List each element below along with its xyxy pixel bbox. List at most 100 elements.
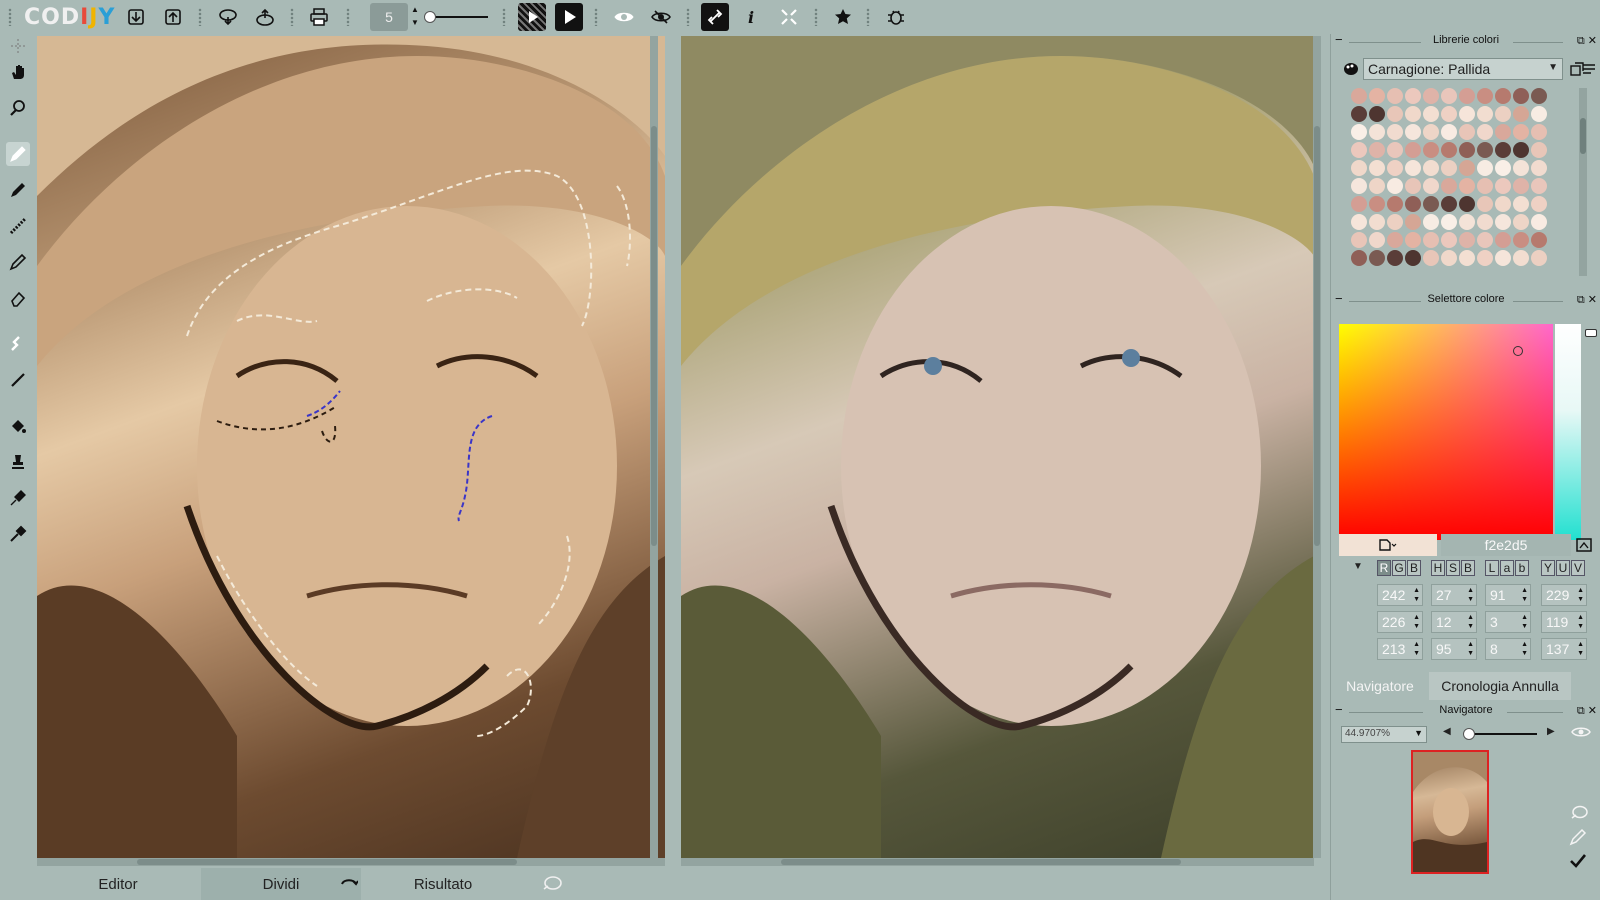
color-swatch[interactable] — [1423, 106, 1439, 122]
color-swatch[interactable] — [1531, 160, 1547, 176]
zoom-out-icon[interactable]: ◀ — [1443, 726, 1451, 737]
zoom-in-icon[interactable]: ▶ — [1547, 726, 1555, 737]
color-swatch[interactable] — [1405, 142, 1421, 158]
color-value-input[interactable]: 137 ▲ ▼ — [1541, 638, 1587, 660]
marker-tool-icon[interactable] — [6, 250, 30, 274]
color-swatch[interactable] — [1351, 214, 1367, 230]
value-spinner[interactable]: ▲ ▼ — [1521, 613, 1528, 631]
color-replace-tool-icon[interactable] — [6, 486, 30, 510]
color-swatch[interactable] — [1405, 250, 1421, 266]
settings-star-icon[interactable] — [829, 3, 857, 31]
color-pen-tool-icon[interactable] — [6, 142, 30, 166]
color-value-input[interactable]: 242 ▲ ▼ — [1377, 584, 1423, 606]
color-swatch[interactable] — [1459, 160, 1475, 176]
color-swatch[interactable] — [1351, 196, 1367, 212]
color-swatch[interactable] — [1369, 142, 1385, 158]
yuv-mode[interactable]: YUV — [1541, 560, 1585, 578]
toolbar-grip[interactable] — [198, 8, 202, 26]
apply-check-icon[interactable] — [1569, 852, 1587, 870]
picker-cursor[interactable] — [1513, 346, 1523, 356]
pencil-tool-icon[interactable] — [6, 178, 30, 202]
eyedropper-tool-icon[interactable] — [6, 522, 30, 546]
color-swatch[interactable] — [1387, 88, 1403, 104]
color-value-input[interactable]: 95 ▲ ▼ — [1431, 638, 1477, 660]
color-swatch[interactable] — [1495, 250, 1511, 266]
zoom-level-select[interactable]: 44.9707% ▼ — [1341, 726, 1427, 743]
minimize-icon[interactable]: − — [1335, 291, 1343, 306]
colorize-play-icon[interactable] — [555, 3, 583, 31]
panel-float-close-icon[interactable]: ⧉ ✕ — [1577, 704, 1597, 718]
color-library-select[interactable]: Carnagione: Pallida ▼ — [1363, 58, 1563, 80]
color-swatch[interactable] — [1459, 214, 1475, 230]
lab-mode[interactable]: Lab — [1485, 560, 1529, 578]
brush-size-spinner[interactable]: ▲ ▼ — [410, 3, 420, 31]
color-swatch[interactable] — [1387, 232, 1403, 248]
color-swatch[interactable] — [1423, 88, 1439, 104]
color-swatch[interactable] — [1387, 214, 1403, 230]
color-swatch[interactable] — [1459, 232, 1475, 248]
color-swatch[interactable] — [1477, 124, 1493, 140]
color-value-input[interactable]: 12 ▲ ▼ — [1431, 611, 1477, 633]
color-swatch[interactable] — [1387, 160, 1403, 176]
swap-icon[interactable] — [337, 868, 361, 900]
hue-slider[interactable] — [1555, 324, 1581, 540]
color-value-input[interactable]: 213 ▲ ▼ — [1377, 638, 1423, 660]
color-swatch[interactable] — [1387, 250, 1403, 266]
hue-slider-handle[interactable] — [1585, 329, 1597, 337]
collapse-arrow-icon[interactable]: ▼ — [1353, 561, 1363, 572]
color-swatch[interactable] — [1531, 178, 1547, 194]
toolbar-grip[interactable] — [8, 8, 12, 26]
zoom-slider[interactable] — [1463, 728, 1537, 740]
color-swatch[interactable] — [1351, 250, 1367, 266]
value-spinner[interactable]: ▲ ▼ — [1413, 613, 1420, 631]
color-swatch[interactable] — [1531, 214, 1547, 230]
color-swatch[interactable] — [1369, 214, 1385, 230]
toolbar-grip[interactable] — [866, 8, 870, 26]
slider-knob[interactable] — [424, 11, 436, 23]
color-swatch[interactable] — [1441, 160, 1457, 176]
color-swatch[interactable] — [1423, 250, 1439, 266]
color-swatch[interactable] — [1441, 178, 1457, 194]
color-swatch[interactable] — [1513, 250, 1529, 266]
color-value-input[interactable]: 229 ▲ ▼ — [1541, 584, 1587, 606]
scrollbar-thumb[interactable] — [137, 859, 517, 865]
color-swatch[interactable] — [1441, 250, 1457, 266]
show-hints-eye-icon[interactable] — [610, 3, 638, 31]
toolbar-grip[interactable] — [290, 8, 294, 26]
palette-icon[interactable] — [1343, 61, 1359, 77]
color-value-input[interactable]: 119 ▲ ▼ — [1541, 611, 1587, 633]
color-swatch[interactable] — [1351, 160, 1367, 176]
color-swatch[interactable] — [1495, 232, 1511, 248]
color-swatch[interactable] — [1441, 214, 1457, 230]
scrollbar-thumb[interactable] — [1580, 118, 1586, 154]
value-spinner[interactable]: ▲ ▼ — [1413, 586, 1420, 604]
chat-bubble-icon[interactable] — [1569, 804, 1589, 822]
hex-color-field[interactable]: f2e2d5 — [1441, 534, 1571, 556]
color-swatch[interactable] — [1495, 106, 1511, 122]
color-swatch[interactable] — [1477, 250, 1493, 266]
toolbar-grip[interactable] — [502, 8, 506, 26]
color-swatch[interactable] — [1405, 124, 1421, 140]
hide-hints-eye-icon[interactable] — [647, 3, 675, 31]
editor-canvas[interactable] — [37, 36, 665, 858]
color-swatch[interactable] — [1387, 124, 1403, 140]
rgb-mode[interactable]: RGB — [1377, 560, 1421, 578]
color-swatch[interactable] — [1513, 106, 1529, 122]
screen-picker-icon[interactable] — [1575, 536, 1593, 554]
eraser-tool-icon[interactable] — [6, 286, 30, 310]
color-value-input[interactable]: 91 ▲ ▼ — [1485, 584, 1531, 606]
hand-tool-icon[interactable] — [6, 60, 30, 84]
color-value-input[interactable]: 226 ▲ ▼ — [1377, 611, 1423, 633]
toolbar-grip[interactable] — [346, 8, 350, 26]
color-swatch[interactable] — [1387, 142, 1403, 158]
value-spinner[interactable]: ▲ ▼ — [1521, 586, 1528, 604]
tab-result[interactable]: Risultato — [363, 868, 523, 900]
color-swatch[interactable] — [1369, 196, 1385, 212]
color-format-icon[interactable] — [1378, 538, 1398, 552]
scrollbar-thumb[interactable] — [651, 126, 657, 546]
value-spinner[interactable]: ▲ ▼ — [1467, 586, 1474, 604]
color-swatch[interactable] — [1351, 88, 1367, 104]
color-swatch[interactable] — [1495, 124, 1511, 140]
edit-pencil-icon[interactable] — [1569, 828, 1587, 846]
color-swatch[interactable] — [1477, 88, 1493, 104]
